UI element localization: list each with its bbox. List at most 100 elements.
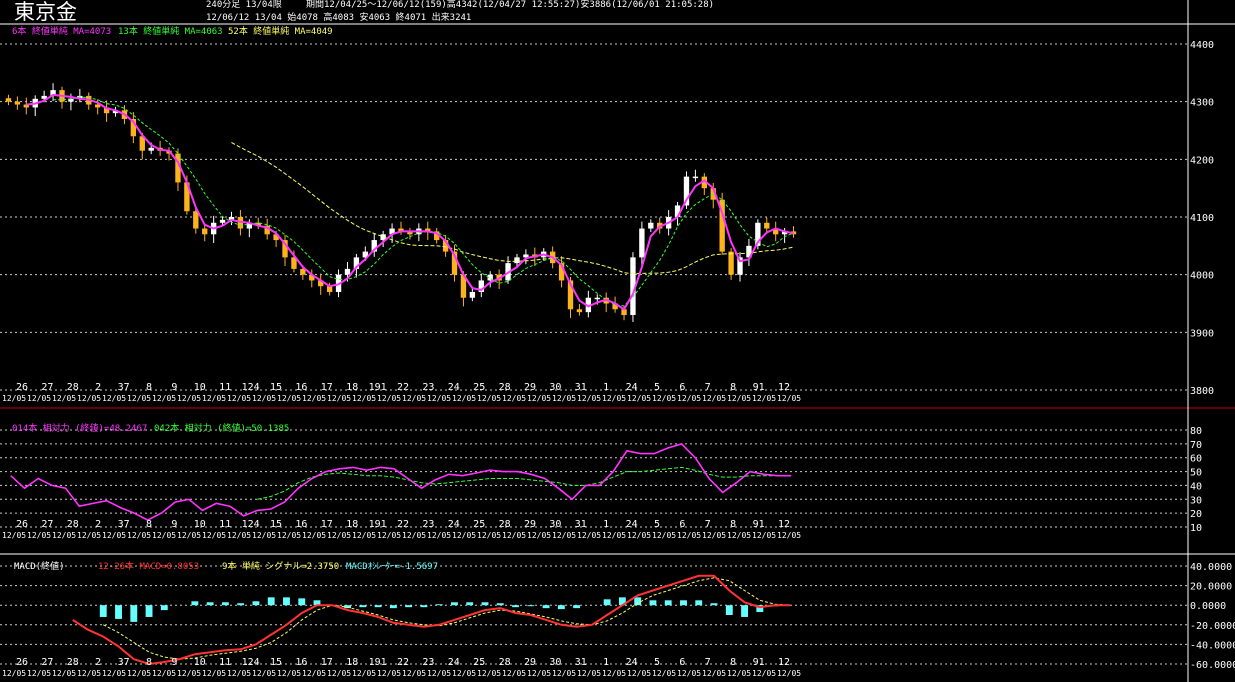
y-tick-label: 3900: [1190, 328, 1214, 339]
y-tick-label: 4100: [1190, 213, 1214, 224]
ma13-line: [53, 96, 794, 307]
x-date-label: 12/05: [627, 531, 651, 540]
oscillator-bar: [741, 605, 748, 617]
candle-body: [764, 222, 770, 229]
x-date-label: 12/05: [102, 394, 126, 403]
x-tick-label: 15: [270, 657, 282, 668]
candle-body: [148, 147, 154, 151]
x-date-label: 12/05: [252, 394, 276, 403]
rsi-axis: 80 70 60 50 40 30 20 10: [1190, 426, 1202, 534]
x-date-label: 12/05: [752, 531, 776, 540]
x-tick-label: 28: [67, 657, 79, 668]
oscillator-bar: [374, 605, 382, 608]
x-tick-label: 28: [499, 519, 511, 530]
oscillator-bar: [527, 605, 535, 607]
y-tick-label: 4200: [1190, 155, 1214, 166]
y-tick-label: 70: [1190, 440, 1202, 451]
x-tick-label: 23: [422, 657, 434, 668]
oscillator-bar: [435, 604, 443, 606]
x-date-label: 12/05: [427, 531, 451, 540]
oscillator-bar: [496, 603, 504, 606]
ma52-line: [231, 142, 794, 275]
x-date-label: 12/05: [752, 669, 776, 678]
x-date-label: 12/05: [27, 669, 51, 678]
x-date-label: 12/05: [52, 669, 76, 678]
x-date-label: 12/05: [152, 531, 176, 540]
x-date-label: 12/05: [527, 394, 551, 403]
x-date-label: 12/05: [277, 669, 301, 678]
x-date-label: 12/05: [627, 669, 651, 678]
x-date-label: 12/05: [202, 669, 226, 678]
x-date-label: 12/05: [652, 531, 676, 540]
x-tick-label: 12: [778, 657, 790, 668]
x-date-label: 12/05: [202, 394, 226, 403]
candle-body: [728, 251, 734, 275]
candle-body: [514, 257, 520, 264]
x-tick-label: 16: [295, 519, 307, 530]
x-date-label: 12/05: [502, 531, 526, 540]
candle-body: [576, 309, 583, 313]
x-tick-label: 24: [626, 382, 638, 393]
y-tick-label: 3800: [1190, 386, 1214, 397]
rsi-line: [10, 442, 792, 521]
oscillator-bar: [145, 605, 153, 617]
y-tick-label: 20.0000: [1190, 582, 1232, 593]
y-tick-label: 40: [1190, 481, 1202, 492]
x-date-label: 12/05: [552, 669, 576, 678]
timeframe-info: 240分足 13/04限: [206, 0, 282, 10]
oscillator-bar: [221, 602, 229, 606]
macd-lines: [72, 574, 791, 666]
x-tick-label: 191: [369, 519, 387, 530]
x-tick-label: 8: [146, 519, 152, 530]
x-tick-label: 124: [242, 519, 260, 530]
x-tick-label: 91: [753, 382, 765, 393]
x-date-label: 12/05: [352, 394, 376, 403]
x-tick-label: 8: [730, 382, 736, 393]
x-date-label: 12/05: [402, 531, 426, 540]
y-tick-label: 4000: [1190, 271, 1214, 282]
x-date-label: 12/05: [402, 669, 426, 678]
x-tick-label: 31: [575, 382, 587, 393]
x-date-label: 12/05: [427, 669, 451, 678]
x-date-label: 12/05: [702, 394, 726, 403]
x-date-label: 12/05: [527, 669, 551, 678]
x-date-label: 12/05: [502, 669, 526, 678]
x-tick-label: 1: [603, 519, 609, 530]
oscillator-bar: [725, 605, 733, 615]
x-date-label: 12/05: [477, 669, 501, 678]
x-date-label: 12/05: [627, 394, 651, 403]
chart-canvas: 4400 4300 4200 4100 4000 3900 3800 80 70 60 50 40 3…: [0, 0, 1235, 682]
x-tick-label: 5: [654, 519, 660, 530]
x-date-label: 12/05: [277, 531, 301, 540]
oscillator-bar: [603, 599, 611, 606]
x-date-label: 12/05: [402, 394, 426, 403]
x-tick-label: 28: [499, 657, 511, 668]
y-tick-label: 20: [1190, 509, 1202, 520]
x-tick-label: 31: [575, 657, 587, 668]
legend-signal: 9本 単純 シグナル=2.3750: [222, 562, 340, 572]
x-tick-label: 6: [679, 382, 685, 393]
candle-body: [594, 297, 600, 300]
x-date-label: 12/05: [552, 531, 576, 540]
oscillator-bar: [542, 605, 550, 609]
price-grid: [0, 43, 1188, 391]
x-tick-label: 30: [549, 519, 561, 530]
x-tick-label: 18: [346, 382, 358, 393]
x-tick-label: 15: [270, 519, 282, 530]
x-date-label: 12/05: [152, 669, 176, 678]
x-tick-label: 8: [146, 382, 152, 393]
x-date-label: 12/05: [777, 394, 801, 403]
candle-body: [193, 211, 199, 229]
x-date-label: 12/05: [77, 669, 101, 678]
oscillator-bar: [115, 605, 122, 619]
macd-axis: 40.0000 20.0000 0.0000 -20.0000 -40.0000 -60.…: [1190, 562, 1235, 671]
x-tick-label: 12: [778, 519, 790, 530]
candle-body: [639, 228, 645, 258]
x-date-label: 12/05: [277, 394, 301, 403]
x-tick-label: 22: [397, 519, 409, 530]
legend-ma13: 13本 終値単純 MA=4063: [118, 27, 223, 37]
x-tick-label: 7: [705, 382, 711, 393]
price-candles: [5, 83, 797, 322]
signal-line: [103, 577, 791, 660]
x-date-label: 12/05: [452, 531, 476, 540]
